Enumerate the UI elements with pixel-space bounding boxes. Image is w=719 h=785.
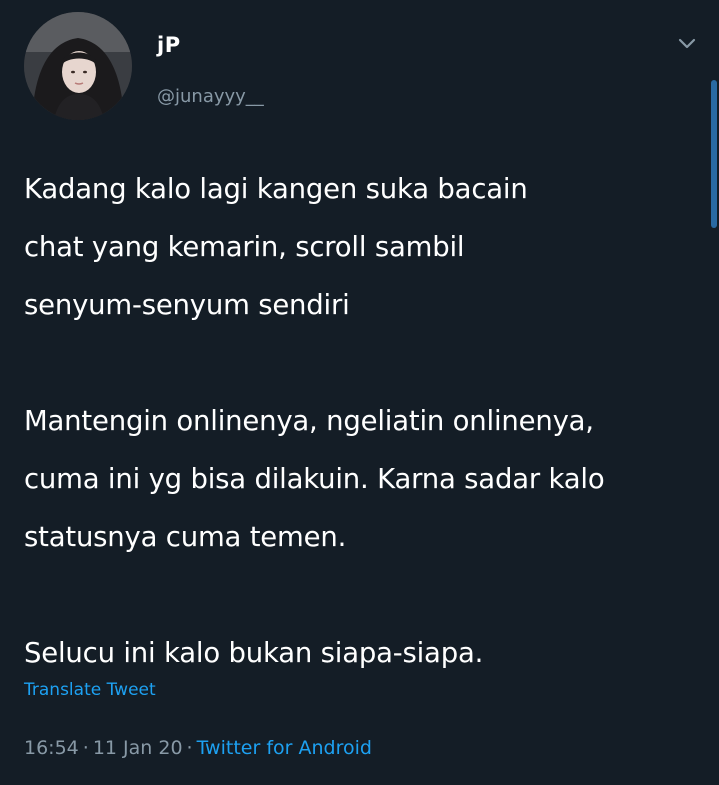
display-name[interactable]: jP bbox=[157, 33, 181, 57]
tweet-time: 16:54 bbox=[24, 737, 79, 759]
tweet-paragraph: Selucu ini kalo bukan siapa-siapa. bbox=[24, 637, 484, 669]
tweet-source-link[interactable]: Twitter for Android bbox=[197, 737, 372, 759]
meta-separator: · bbox=[82, 737, 89, 759]
scrollbar[interactable] bbox=[711, 80, 717, 228]
tweet-detail-screen: jP @junayyy__ Kadang kalo lagi kangen su… bbox=[0, 0, 719, 785]
meta-separator: · bbox=[186, 737, 193, 759]
tweet-metadata: 16:54 · 11 Jan 20 · Twitter for Android bbox=[24, 737, 372, 759]
user-handle[interactable]: @junayyy__ bbox=[157, 86, 264, 107]
profile-photo-icon bbox=[24, 12, 132, 120]
tweet-date: 11 Jan 20 bbox=[92, 737, 183, 759]
tweet-text: Kadang kalo lagi kangen suka bacain chat… bbox=[24, 160, 704, 682]
tweet-paragraph: Kadang kalo lagi kangen suka bacain chat… bbox=[24, 173, 528, 321]
tweet-paragraph: Mantengin onlinenya, ngeliatin onlinenya… bbox=[24, 405, 605, 553]
translate-tweet-link[interactable]: Translate Tweet bbox=[24, 680, 156, 700]
avatar[interactable] bbox=[24, 12, 132, 120]
chevron-down-icon bbox=[678, 38, 696, 49]
more-options-button[interactable] bbox=[672, 30, 702, 58]
